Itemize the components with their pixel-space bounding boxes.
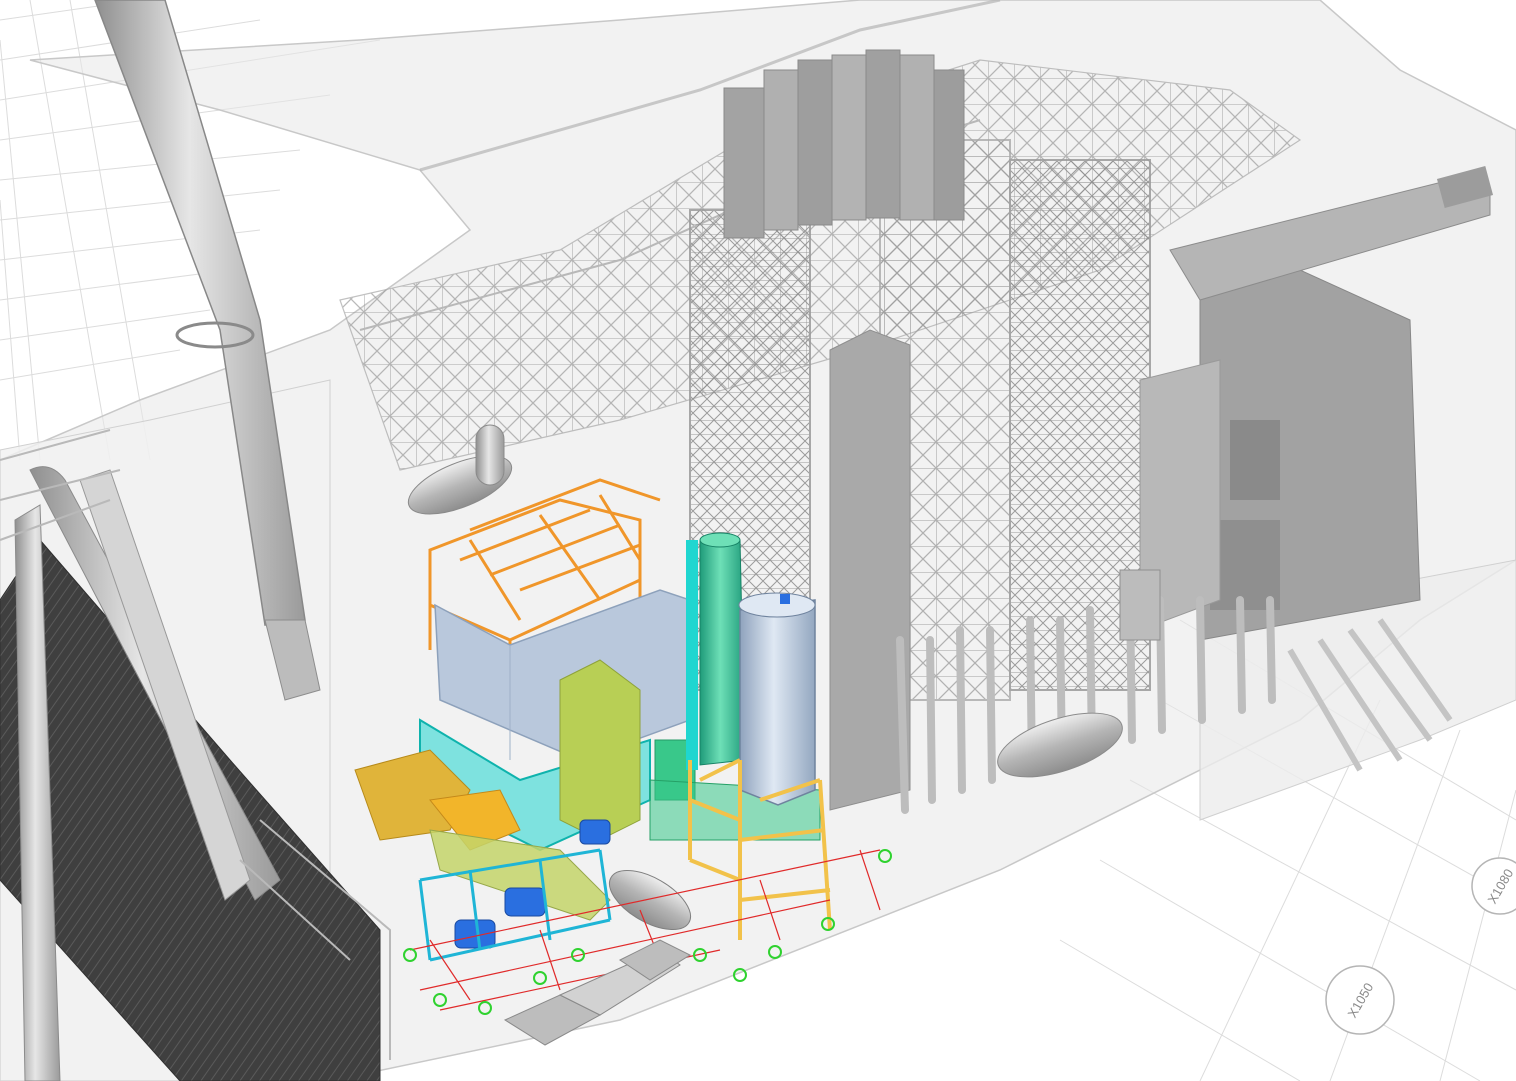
plant-3d-viewport[interactable]: X1050 X1080 — [0, 0, 1516, 1081]
green-column-tower[interactable] — [686, 532, 746, 770]
grid-marker-x1080: X1080 — [1471, 857, 1516, 915]
pale-blue-silo[interactable] — [738, 592, 816, 806]
grid-marker-x1050: X1050 — [1325, 965, 1395, 1035]
